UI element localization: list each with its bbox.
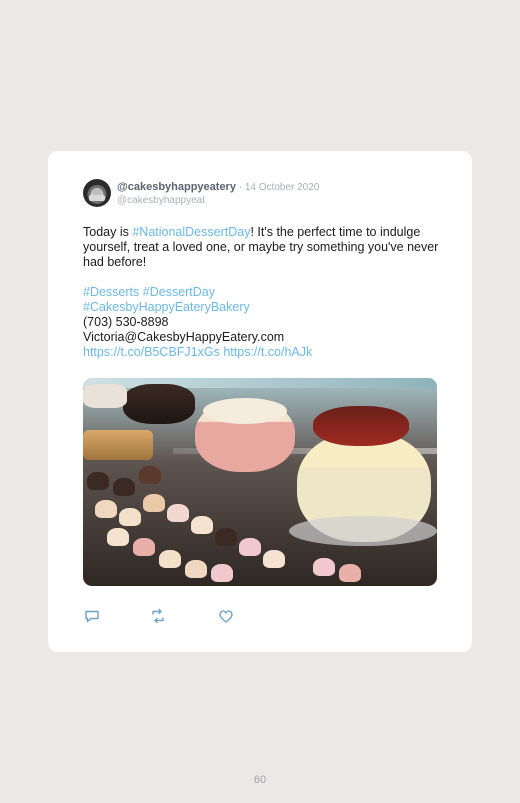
hashtag-line: #Desserts #DessertDay [83, 285, 443, 300]
cupcake [95, 500, 117, 518]
phone-number: (703) 530-8898 [83, 315, 169, 329]
tweet-paragraph-intro: Today is #NationalDessertDay! It's the p… [83, 225, 443, 270]
cupcake [191, 516, 213, 534]
cupcake [239, 538, 261, 556]
cupcake [211, 564, 233, 582]
links-line: https://t.co/B5CBFJ1xGs https://t.co/hAJ… [83, 345, 443, 360]
cupcake [119, 508, 141, 526]
cupcake [339, 564, 361, 582]
strawberry-cake-top [203, 398, 287, 424]
hashtag-desserts[interactable]: #Desserts [83, 285, 139, 299]
cupcake [185, 560, 207, 578]
tweet-link-1[interactable]: https://t.co/B5CBFJ1xGs [83, 345, 220, 359]
hashtag-bakery[interactable]: #CakesbyHappyEateryBakery [83, 300, 443, 315]
tweet-header: @cakesbyhappyeatery · 14 October 2020 [117, 181, 319, 193]
red-cake [313, 406, 409, 446]
chocolate-cake [123, 384, 195, 424]
white-cake-left [83, 384, 127, 408]
email-address: Victoria@CakesbyHappyEatery.com [83, 330, 285, 344]
page: @cakesbyhappyeatery · 14 October 2020 @c… [0, 0, 520, 803]
username[interactable]: @cakesbyhappyeatery [117, 181, 236, 193]
cupcake [87, 472, 109, 490]
pastry-tray [83, 430, 153, 460]
tweet-link-2[interactable]: https://t.co/hAJk [223, 345, 312, 359]
page-number: 60 [253, 774, 267, 786]
text-before: Today is [83, 225, 133, 239]
cupcake [263, 550, 285, 568]
cupcake [139, 466, 161, 484]
separator: · [235, 182, 245, 193]
tweet-text: Today is #NationalDessertDay! It's the p… [83, 225, 443, 360]
cupcake [107, 528, 129, 546]
cupcake [143, 494, 165, 512]
tweet-photo[interactable] [83, 378, 437, 586]
retweet-icon[interactable] [149, 607, 167, 625]
cupcake [215, 528, 237, 546]
avatar[interactable] [83, 179, 111, 207]
hashtag-dessert-day[interactable]: #DessertDay [143, 285, 215, 299]
tweet-card: @cakesbyhappyeatery · 14 October 2020 @c… [48, 151, 472, 652]
cupcake [313, 558, 335, 576]
cupcake [113, 478, 135, 496]
tweet-date[interactable]: 14 October 2020 [245, 182, 320, 193]
reply-icon[interactable] [83, 607, 101, 625]
subhandle: @cakesbyhappyeat [117, 195, 205, 206]
avatar-cake-base [89, 195, 105, 201]
cake-plate [289, 516, 437, 546]
cupcake [159, 550, 181, 568]
heart-icon[interactable] [217, 607, 235, 625]
cupcake [167, 504, 189, 522]
cupcake [133, 538, 155, 556]
hashtag-national-dessert-day[interactable]: #NationalDessertDay [132, 225, 250, 239]
